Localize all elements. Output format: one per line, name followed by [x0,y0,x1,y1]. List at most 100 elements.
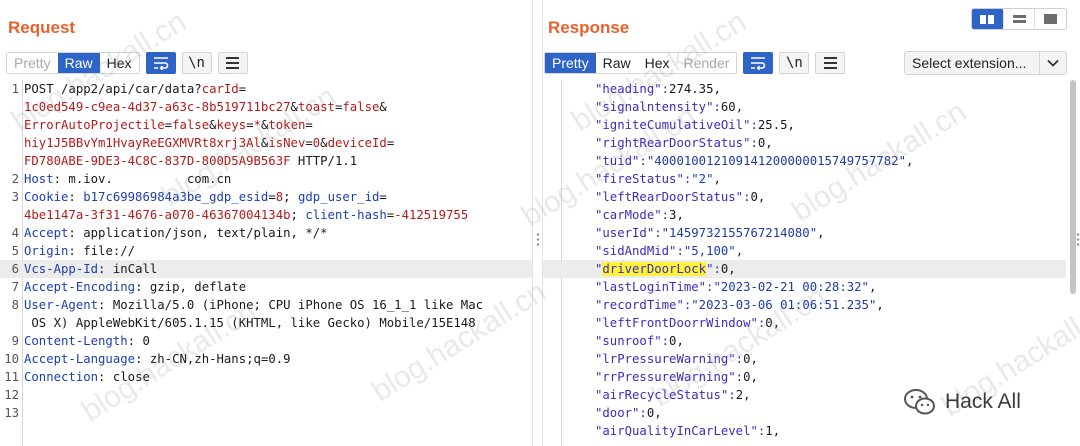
panel-splitter[interactable] [532,0,543,446]
json-key: carMode [602,208,655,222]
code-token: : close [98,370,150,384]
response-tab-hex[interactable]: Hex [637,53,677,73]
code-token: Cookie [24,190,69,204]
line-number: 6 [11,262,19,276]
wrap-lines-icon [153,57,168,70]
extension-select-value: Select extension... [912,55,1027,71]
code-token: ; [290,208,306,222]
response-code-line[interactable]: "rrPressureWarning":0, [543,368,1066,386]
request-code-line[interactable]: 1c0ed549-c9ea-4d37-a63c-8b519711bc27&toa… [0,98,532,116]
json-value: 2023-03-06 01:06:51.235 [698,298,869,312]
layout-side-by-side-button[interactable] [972,9,1004,29]
request-code-line[interactable]: 7 Accept-Encoding: gzip, deflate [0,278,532,296]
response-tab-render[interactable]: Render [676,53,737,73]
response-newline-toggle-button[interactable]: \n [779,52,810,74]
comma: , [876,298,884,312]
request-code-line[interactable]: 4be1147a-3f31-4676-a070-46367004134b; cl… [0,206,532,224]
response-code-line[interactable]: "recordTime":"2023-03-06 01:06:51.235", [543,296,1066,314]
comma: , [772,316,781,330]
json-key: fireStatus [602,172,677,186]
request-wrap-lines-button[interactable] [145,52,176,74]
request-code-line[interactable]: 1 POST /app2/api/car/data?carId= [0,80,532,98]
response-code-line[interactable]: "fireStatus":"2", [543,170,1066,188]
code-token: : m.iov. com.cn [53,172,232,186]
code-token: : inCall [98,262,158,276]
response-wrap-lines-button[interactable] [743,52,774,74]
request-code-line[interactable]: FD780ABE-9DE3-4C8C-837D-800D5A9B563F HTT… [0,152,532,170]
request-code-line[interactable]: 8 User-Agent: Mozilla/5.0 (iPhone; CPU iP… [0,296,532,314]
json-key: lastLoginTime [602,280,699,294]
response-tab-pretty[interactable]: Pretty [545,53,596,73]
comma: , [772,424,781,438]
comma: , [750,370,758,384]
response-code-line[interactable]: "leftRearDoorStatus":0, [543,188,1066,206]
request-code-line[interactable]: 13 [0,404,532,422]
response-code-line[interactable]: "userId":"1459732155767214080", [543,224,1066,242]
quote: ": [654,82,670,96]
request-code-line[interactable]: 9 Content-Length: 0 [0,332,532,350]
request-code-line[interactable]: ErrorAutoProjectile=false&keys=*&token= [0,116,532,134]
response-code-line[interactable]: "igniteCumulativeOil":25.5, [543,116,1066,134]
line-number: 10 [4,352,19,366]
request-tab-hex[interactable]: Hex [99,53,139,73]
code-token: : 0 [127,334,150,348]
request-code-line[interactable]: 12 [0,386,532,404]
request-tab-raw[interactable]: Raw [57,53,100,73]
request-menu-button[interactable] [217,52,248,74]
layout-single-button[interactable] [1035,9,1066,29]
request-code-line[interactable]: hiy1J5BBvYm1HvayReEGXMVRt8xrj3Al&isNev=0… [0,134,532,152]
extension-select[interactable]: Select extension... [904,51,1067,75]
code-token: HTTP/1.1 [290,154,358,168]
request-code-line[interactable]: OS X) AppleWebKit/605.1.15 (KHTML, like … [0,314,532,332]
request-tab-pretty[interactable]: Pretty [7,53,58,73]
code-text: 1c0ed549-c9ea-4d37-a63c-8b519711bc27&toa… [24,98,387,116]
code-token: deviceId [327,136,387,150]
response-code-line[interactable]: "rightRearDoorStatus":0, [543,134,1066,152]
response-code-line[interactable]: "driverDoorLock":0, [543,260,1066,278]
json-key: heading [602,82,655,96]
response-scroll-thumb[interactable] [1070,80,1076,294]
request-newline-toggle-button[interactable]: \n [181,52,212,74]
response-toolbar: Pretty Raw Hex Render \n [544,51,846,75]
comma: , [713,82,721,96]
request-code-line[interactable]: 3 Cookie: b17c69986984a3be_gdp_esid=8; gd… [0,188,532,206]
code-text: ErrorAutoProjectile=false&keys=*&token= [24,116,313,134]
response-code-line[interactable]: "heading":274.35, [543,80,1066,98]
line-number: 12 [4,388,19,402]
response-code-line[interactable]: "lrPressureWarning":0, [543,350,1066,368]
response-menu-button[interactable] [815,52,846,74]
response-code-line[interactable]: "sunroof":0, [543,332,1066,350]
request-code-line[interactable]: 2 Host: m.iov. com.cn [0,170,532,188]
response-tab-raw[interactable]: Raw [595,53,638,73]
response-code-line[interactable]: "sidAndMid":"5,100", [543,242,1066,260]
code-token: : gzip, deflate [135,280,247,294]
code-token: keys [216,118,247,132]
code-token: = [379,190,387,204]
comma: , [676,208,684,222]
request-editor[interactable]: 1 POST /app2/api/car/data?carId= 1c0ed549-… [0,80,532,446]
layout-stacked-button[interactable] [1004,9,1036,29]
request-code-line[interactable]: 6 Vcs-App-Id: inCall [0,260,532,278]
comma: , [743,388,751,402]
request-title: Request [8,18,76,37]
json-entry: "driverDoorLock":0, [595,260,736,278]
response-code-line[interactable]: "carMode":3, [543,206,1066,224]
json-key: tuid [602,154,633,168]
request-code-line[interactable]: 10 Accept-Language: zh-CN,zh-Hans;q=0.9 [0,350,532,368]
response-code-line[interactable]: "signalntensity":60, [543,98,1066,116]
response-code-line[interactable]: "leftFrontDoorrWindow":0, [543,314,1066,332]
code-text: OS X) AppleWebKit/605.1.15 (KHTML, like … [24,314,475,332]
json-value: 60 [720,100,736,114]
code-text: Accept-Encoding: gzip, deflate [24,278,246,296]
request-code-line[interactable]: 5 Origin: file:// [0,242,532,260]
response-scrollbar[interactable] [1066,80,1080,446]
hamburger-menu-icon [226,57,239,69]
request-code-line[interactable]: 4 Accept: application/json, text/plain, *… [0,224,532,242]
code-text: Content-Length: 0 [24,332,150,350]
json-key: rrPressureWarning [602,370,729,384]
response-code-line[interactable]: "lastLoginTime":"2023-02-21 00:28:32", [543,278,1066,296]
request-code-line[interactable]: 11 Connection: close [0,368,532,386]
response-code-line[interactable]: "tuid":"40001001210914120000001574975778… [543,152,1066,170]
json-entry: "leftFrontDoorrWindow":0, [595,314,780,332]
response-code-line[interactable]: "airQualityInCarLevel":1, [543,422,1066,440]
